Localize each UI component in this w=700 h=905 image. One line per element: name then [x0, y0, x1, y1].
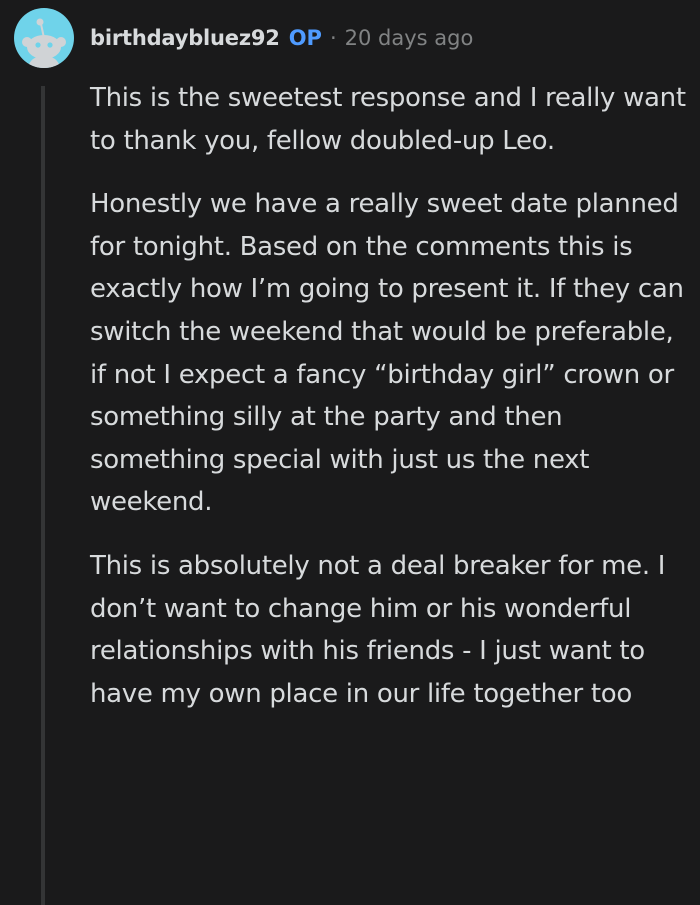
snoo-avatar-icon	[22, 18, 66, 68]
timestamp-link[interactable]: 20 days ago	[345, 26, 474, 50]
comment-paragraph: This is absolutely not a deal breaker fo…	[90, 550, 666, 709]
separator-dot: ·	[329, 26, 337, 50]
comment: birthdaybluez92 OP · 20 days ago This is…	[0, 0, 700, 905]
op-badge: OP	[288, 26, 322, 50]
comment-body: This is the sweetest response and I real…	[90, 77, 690, 736]
comment-paragraph: Honestly we have a really sweet date pla…	[90, 189, 684, 518]
thread-collapse-line[interactable]	[41, 86, 45, 905]
username-link[interactable]: birthdaybluez92	[90, 26, 280, 50]
comment-header: birthdaybluez92 OP · 20 days ago	[90, 22, 473, 54]
avatar[interactable]	[14, 8, 74, 68]
comment-paragraph: This is the sweetest response and I real…	[90, 83, 686, 156]
